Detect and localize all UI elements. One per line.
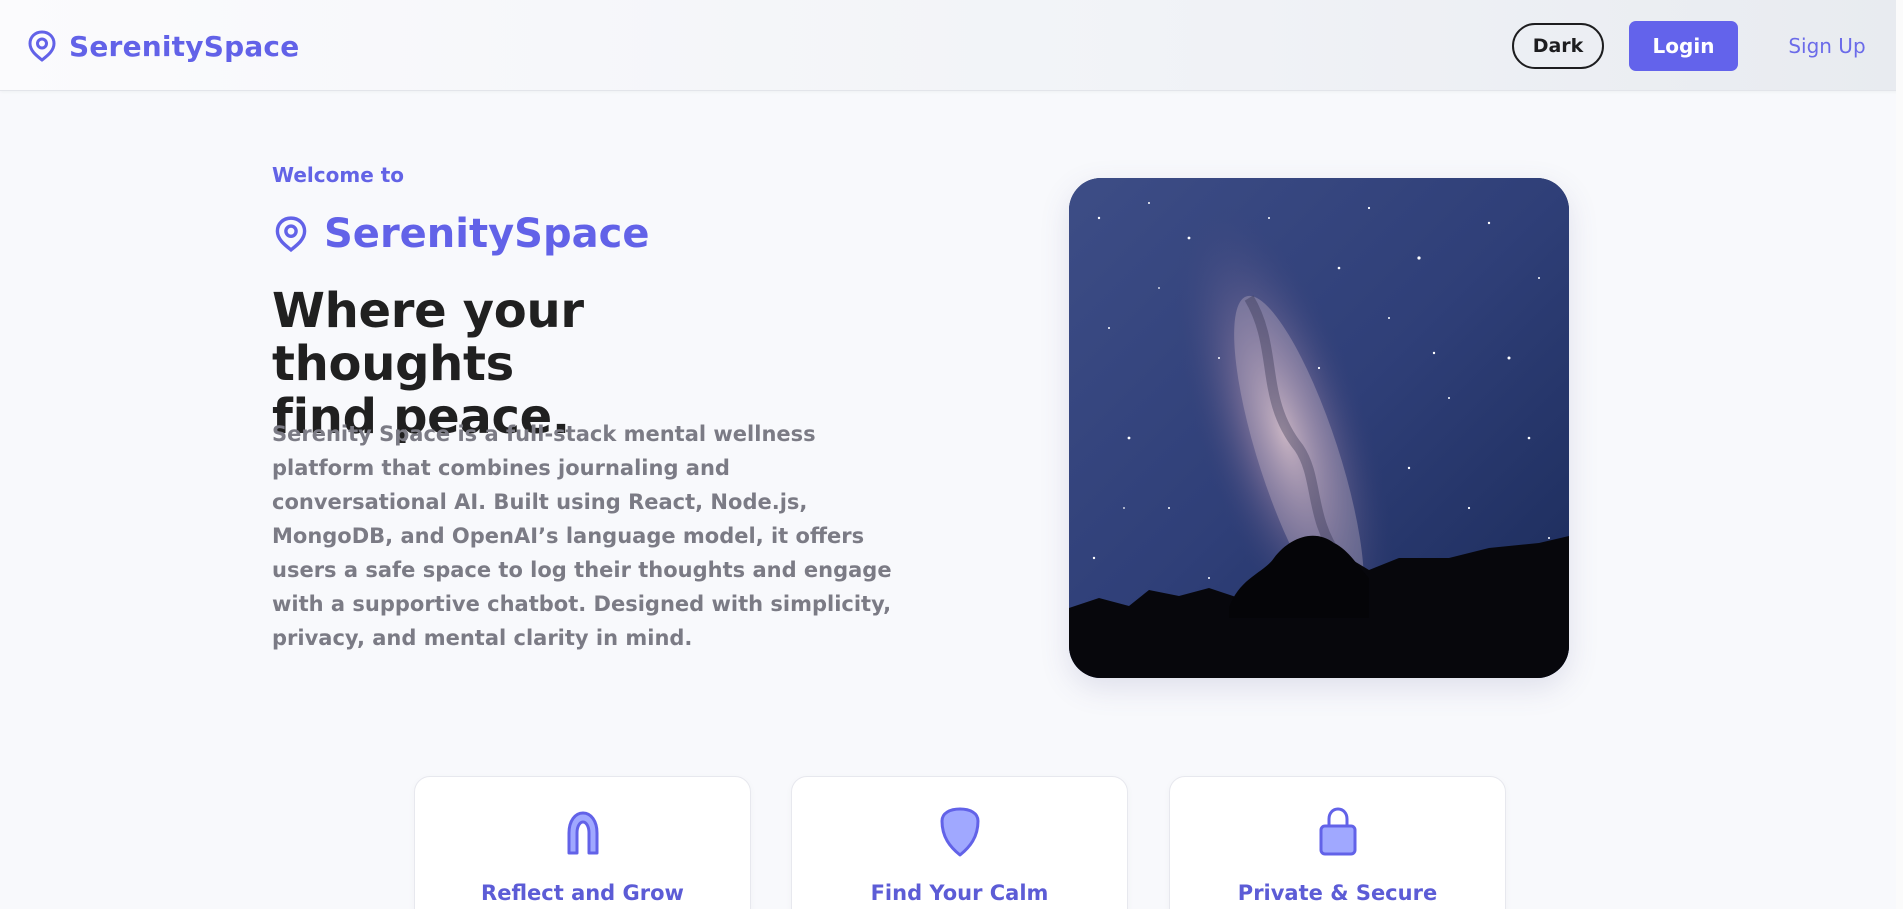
feature-title: Find Your Calm — [870, 881, 1049, 905]
feature-title: Private & Secure — [1237, 881, 1438, 905]
feature-title: Reflect and Grow — [481, 881, 684, 905]
top-navbar: SerenitySpace Dark Login Sign Up — [0, 0, 1903, 91]
feature-card-calm[interactable]: Find Your Calm — [791, 776, 1128, 909]
lock-icon — [1319, 807, 1356, 856]
login-button[interactable]: Login — [1629, 21, 1738, 71]
signup-link[interactable]: Sign Up — [1768, 21, 1886, 71]
dark-mode-toggle-button[interactable]: Dark — [1512, 23, 1604, 69]
welcome-label: Welcome to — [272, 163, 405, 187]
milky-way-night-sky-image — [1069, 178, 1569, 678]
feature-card-reflect[interactable]: Reflect and Grow — [414, 776, 751, 909]
shield-icon — [940, 807, 979, 857]
horseshoe-icon — [567, 811, 598, 855]
hero-description: Serenity Space is a full-stack mental we… — [272, 422, 892, 650]
location-pin-icon — [28, 30, 56, 62]
brand-logo[interactable]: SerenitySpace — [27, 24, 299, 68]
headline-line-1: Where your thoughts — [272, 283, 584, 392]
hero-brand: SerenitySpace — [274, 211, 649, 257]
page-scrollbar[interactable] — [1896, 0, 1903, 909]
feature-card-secure[interactable]: Private & Secure — [1169, 776, 1506, 909]
hero-brand-name: SerenitySpace — [324, 211, 650, 257]
brand-name: SerenitySpace — [69, 29, 300, 63]
location-pin-icon — [275, 216, 307, 253]
